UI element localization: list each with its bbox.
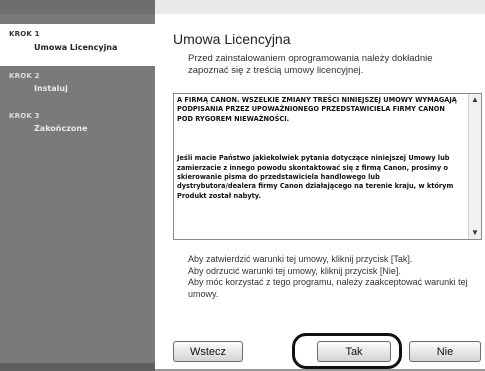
page-title: Umowa Licencyjna (173, 31, 291, 47)
main-header-bar (155, 0, 485, 14)
license-scrollbar[interactable]: ▲ ▼ (468, 94, 481, 239)
instruction-reject: Aby odrzucić warunki tej umowy, kliknij … (188, 265, 401, 276)
sidebar-step-1: KROK 1 Umowa Licencyjna (0, 24, 155, 66)
sidebar-header-bar (0, 0, 155, 14)
back-button[interactable]: Wstecz (173, 341, 243, 362)
instructions-text: Aby zatwierdzić warunki tej umowy, klikn… (188, 254, 484, 300)
instruction-accept: Aby zatwierdzić warunki tej umowy, klikn… (188, 254, 413, 264)
license-paragraph-2: Jeśli macie Państwo jakiekolwiek pytania… (177, 154, 454, 200)
license-text: A FIRMĄ CANON. WSZELKIE ZMIANY TREŚCI NI… (177, 96, 459, 231)
step-2-label: Instaluj (34, 84, 68, 93)
step-1-label: Umowa Licencyjna (34, 43, 118, 52)
step-1-number: KROK 1 (9, 30, 40, 38)
sidebar-step-3: KROK 3 Zakończone (0, 110, 155, 140)
yes-button[interactable]: Tak (317, 341, 391, 362)
step-3-label: Zakończone (34, 124, 88, 133)
scroll-up-icon[interactable]: ▲ (469, 94, 481, 106)
step-sidebar: KROK 1 Umowa Licencyjna KROK 2 Instaluj … (0, 0, 155, 371)
step-2-number: KROK 2 (9, 72, 40, 80)
license-paragraph-1: A FIRMĄ CANON. WSZELKIE ZMIANY TREŚCI NI… (177, 96, 457, 123)
main-panel: Umowa Licencyjna Przed zainstalowaniem o… (155, 0, 485, 371)
sidebar-footer-bar (0, 363, 155, 371)
page-subtitle: Przed zainstalowaniem oprogramowania nal… (188, 53, 433, 76)
step-3-number: KROK 3 (9, 112, 40, 120)
sidebar-step-2: KROK 2 Instaluj (0, 70, 155, 100)
license-text-box[interactable]: A FIRMĄ CANON. WSZELKIE ZMIANY TREŚCI NI… (173, 93, 482, 240)
scroll-down-icon[interactable]: ▼ (469, 227, 481, 239)
instruction-required: Aby móc korzystać z tego programu, należ… (188, 277, 468, 299)
no-button[interactable]: Nie (409, 341, 481, 362)
